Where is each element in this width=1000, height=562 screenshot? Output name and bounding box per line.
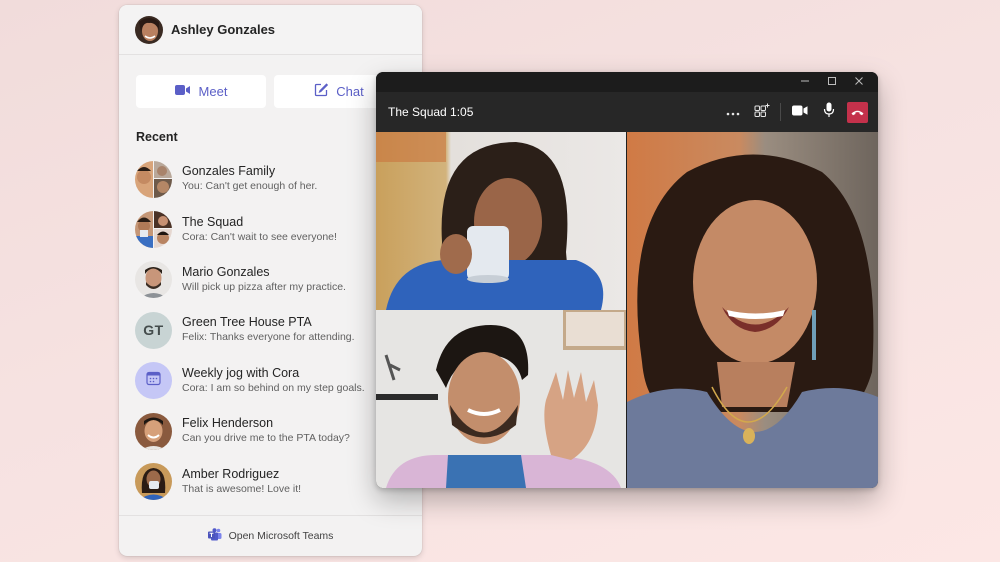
minimize-button[interactable] [791,72,818,92]
chat-title: Amber Rodriguez [182,466,280,481]
chat-preview: That is awesome! Love it! [182,482,302,495]
contact-avatar [135,463,172,501]
calendar-icon [146,371,161,391]
chat-title: Mario Gonzales [182,264,270,279]
minimize-icon [800,73,810,91]
hang-up-icon [851,103,864,121]
toolbar-divider [780,103,781,121]
participant-video-tile[interactable] [376,310,626,488]
video-grid [376,132,878,488]
flyout-header: Ashley Gonzales [119,5,422,55]
call-window: The Squad 1:05 [376,72,878,488]
window-titlebar [376,72,878,92]
open-teams-label: Open Microsoft Teams [228,530,334,542]
participant-video [376,132,626,310]
user-avatar[interactable] [135,15,163,44]
contact-avatar [135,412,172,450]
group-avatar [135,211,172,249]
participant-video [376,310,626,488]
close-button[interactable] [845,72,872,92]
chat-preview: Will pick up pizza after my practice. [182,280,346,293]
chat-preview: Can you drive me to the PTA today? [182,432,350,445]
contact-avatar [135,261,172,299]
chat-preview: You: Can't get enough of her. [182,180,318,193]
chat-title: The Squad [182,214,244,229]
camera-icon [791,103,808,121]
call-header: The Squad 1:05 [376,92,878,132]
chat-preview: Cora: Can't wait to see everyone! [182,230,337,243]
more-icon [726,103,740,121]
camera-button[interactable] [785,100,814,124]
chat-preview: Cora: I am so behind on my step goals. [182,381,365,394]
participant-video-tile[interactable] [376,132,626,310]
video-camera-icon [174,84,191,99]
maximize-button[interactable] [818,72,845,92]
call-title: The Squad 1:05 [388,105,474,119]
compose-icon [314,83,329,100]
microphone-icon [823,102,835,123]
people-add-icon [754,103,770,122]
chat-title: Green Tree House PTA [182,315,312,330]
meet-button[interactable]: Meet [136,75,266,108]
call-toolbar [718,100,878,124]
avatar-initials: GT [135,311,172,349]
hang-up-button[interactable] [847,101,868,123]
meeting-avatar [135,362,172,400]
microphone-button[interactable] [814,100,843,124]
group-avatar [135,160,172,198]
chat-title: Felix Henderson [182,416,274,431]
more-options-button[interactable] [718,100,747,124]
chat-title: Gonzales Family [182,164,276,179]
participant-video [627,132,878,488]
open-teams-link[interactable]: Open Microsoft Teams [119,515,422,556]
chat-label: Chat [336,84,364,99]
user-name: Ashley Gonzales [171,22,276,37]
add-people-button[interactable] [747,100,776,124]
participant-video-tile[interactable] [627,132,878,488]
initials-avatar: GT [135,311,172,349]
chat-title: Weekly jog with Cora [182,365,300,380]
maximize-icon [827,73,837,91]
meet-label: Meet [198,84,228,99]
chat-preview: Felix: Thanks everyone for attending. [182,331,355,344]
teams-logo-icon [207,528,222,544]
close-icon [854,73,864,91]
